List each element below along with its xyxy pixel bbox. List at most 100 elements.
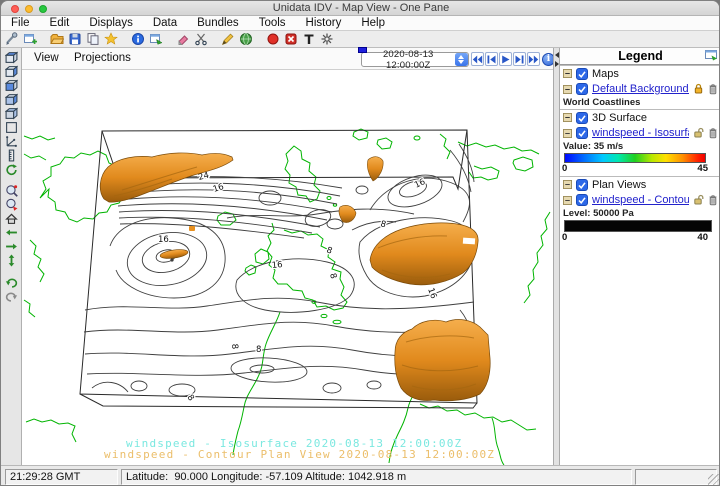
item-link[interactable]: windspeed - Isosurface: [592, 127, 689, 139]
svg-text:8: 8: [229, 343, 239, 349]
pan-right-icon[interactable]: [5, 240, 18, 253]
main-toolbar: [1, 31, 720, 48]
resize-grip[interactable]: [708, 474, 720, 486]
go-begin-button[interactable]: [471, 52, 484, 66]
lock-open-icon[interactable]: [693, 127, 704, 139]
view-bottom-icon[interactable]: [5, 65, 18, 78]
menu-history[interactable]: History: [296, 17, 352, 29]
legend-title: Legend: [560, 48, 720, 63]
menu-file[interactable]: File: [1, 17, 40, 29]
menu-projections[interactable]: Projections: [74, 52, 131, 64]
rotate-view-icon[interactable]: [5, 163, 18, 176]
item-link[interactable]: Default Background Maps: [592, 83, 689, 95]
edit-pencil-icon[interactable]: [221, 32, 235, 46]
plan-views-checkbox[interactable]: [576, 179, 588, 191]
surface-checkbox[interactable]: [576, 112, 588, 124]
float-legend-icon[interactable]: [705, 50, 718, 61]
remove-display-icon[interactable]: [708, 194, 718, 206]
globe-icon[interactable]: [239, 32, 253, 46]
isosurface-colorbar[interactable]: [564, 153, 706, 163]
data-chooser-icon[interactable]: [5, 32, 19, 46]
remove-display-icon[interactable]: [708, 83, 718, 95]
time-stepper[interactable]: [455, 53, 468, 66]
step-back-button[interactable]: [485, 52, 498, 66]
play-button[interactable]: [499, 52, 512, 66]
view-south-icon[interactable]: [5, 107, 18, 120]
record-image-icon[interactable]: [266, 32, 280, 46]
menu-displays[interactable]: Displays: [79, 17, 142, 29]
isosurface-dot: [189, 226, 195, 231]
home-view-icon[interactable]: [5, 212, 18, 225]
text-note-icon[interactable]: [302, 32, 316, 46]
menu-tools[interactable]: Tools: [249, 17, 296, 29]
collapse-icon[interactable]: [563, 196, 572, 205]
maps-checkbox[interactable]: [576, 68, 588, 80]
collapse-icon[interactable]: [563, 85, 572, 94]
isosurface-blob-southeast: [395, 320, 490, 401]
collapse-right-icon[interactable]: [555, 61, 559, 67]
go-end-button[interactable]: [527, 52, 540, 66]
perspective-axes-icon[interactable]: [5, 135, 18, 148]
legend-item-contour-plan: windspeed - Contour Pl...: [560, 192, 720, 208]
undo-view-icon[interactable]: [5, 275, 18, 288]
split-pane-divider[interactable]: [553, 48, 560, 465]
item-link[interactable]: windspeed - Contour Pl...: [592, 194, 689, 206]
lock-closed-icon[interactable]: [693, 83, 704, 95]
lock-open-icon[interactable]: [693, 194, 704, 206]
view-east-icon[interactable]: [5, 93, 18, 106]
plan-view-colorbar[interactable]: [564, 220, 712, 232]
collapse-icon[interactable]: [563, 113, 572, 122]
reset-zoom-globe-icon[interactable]: [5, 198, 18, 211]
show-dashboard-icon[interactable]: [149, 32, 163, 46]
menu-bar: File Edit Displays Data Bundles Tools Hi…: [1, 16, 720, 31]
pan-left-icon[interactable]: [5, 226, 18, 239]
map-view-menubar: View Projections 2020-08-13 12:00:00Z i: [22, 48, 553, 70]
item-checkbox[interactable]: [576, 194, 588, 206]
help-icon[interactable]: [131, 32, 145, 46]
item-checkbox[interactable]: [576, 127, 588, 139]
map-3d-view[interactable]: 24 16 16 16 8 8 16 8 16 8 8 8: [22, 70, 553, 465]
pan-up-down-icon[interactable]: [5, 254, 18, 267]
collapse-icon[interactable]: [563, 69, 572, 78]
menu-edit[interactable]: Edit: [40, 17, 80, 29]
display-captions: windspeed - Isosurface 2020-08-13 12:00:…: [104, 437, 495, 461]
menu-help[interactable]: Help: [351, 17, 395, 29]
save-bundle-icon[interactable]: [68, 32, 82, 46]
time-value: 2020-08-13 12:00:00Z: [362, 49, 455, 71]
zoom-in-globe-icon[interactable]: [5, 184, 18, 197]
open-bundle-icon[interactable]: [50, 32, 64, 46]
menu-bundles[interactable]: Bundles: [187, 17, 249, 29]
menu-data[interactable]: Data: [143, 17, 187, 29]
redo-view-icon[interactable]: [5, 289, 18, 302]
isosurface-blob-center: [339, 205, 356, 222]
view-west-icon[interactable]: [5, 121, 18, 134]
app-window: Unidata IDV - Map View - One Pane File E…: [0, 0, 720, 486]
memory-cell: [635, 469, 717, 485]
collapse-icon[interactable]: [563, 180, 572, 189]
item-checkbox[interactable]: [576, 83, 588, 95]
time-selector[interactable]: 2020-08-13 12:00:00Z: [361, 52, 469, 67]
animation-progress-chip: [358, 47, 367, 53]
svg-text:8: 8: [256, 345, 261, 355]
settings-gear-icon[interactable]: [320, 32, 334, 46]
svg-text:16: 16: [425, 287, 438, 301]
new-display-icon[interactable]: [23, 32, 37, 46]
legend-group-3d-surface: 3D Surface: [560, 109, 720, 125]
menu-view[interactable]: View: [34, 52, 59, 64]
delete-all-icon[interactable]: [284, 32, 298, 46]
vertical-scale-icon[interactable]: [5, 149, 18, 162]
isosurface-colorbar-scale: 0 45: [562, 164, 708, 176]
view-top-icon[interactable]: [5, 51, 18, 64]
cut-icon[interactable]: [194, 32, 208, 46]
isosurface-sliver: [160, 248, 189, 260]
collapse-icon[interactable]: [563, 129, 572, 138]
remove-display-icon[interactable]: [708, 127, 718, 139]
collapse-left-icon[interactable]: [555, 52, 559, 58]
step-forward-button[interactable]: [513, 52, 526, 66]
view-north-icon[interactable]: [5, 79, 18, 92]
window-title: Unidata IDV - Map View - One Pane: [1, 2, 720, 14]
favorites-star-icon[interactable]: [104, 32, 118, 46]
copy-icon[interactable]: [86, 32, 100, 46]
eraser-icon[interactable]: [176, 32, 190, 46]
svg-text:8: 8: [185, 393, 196, 403]
